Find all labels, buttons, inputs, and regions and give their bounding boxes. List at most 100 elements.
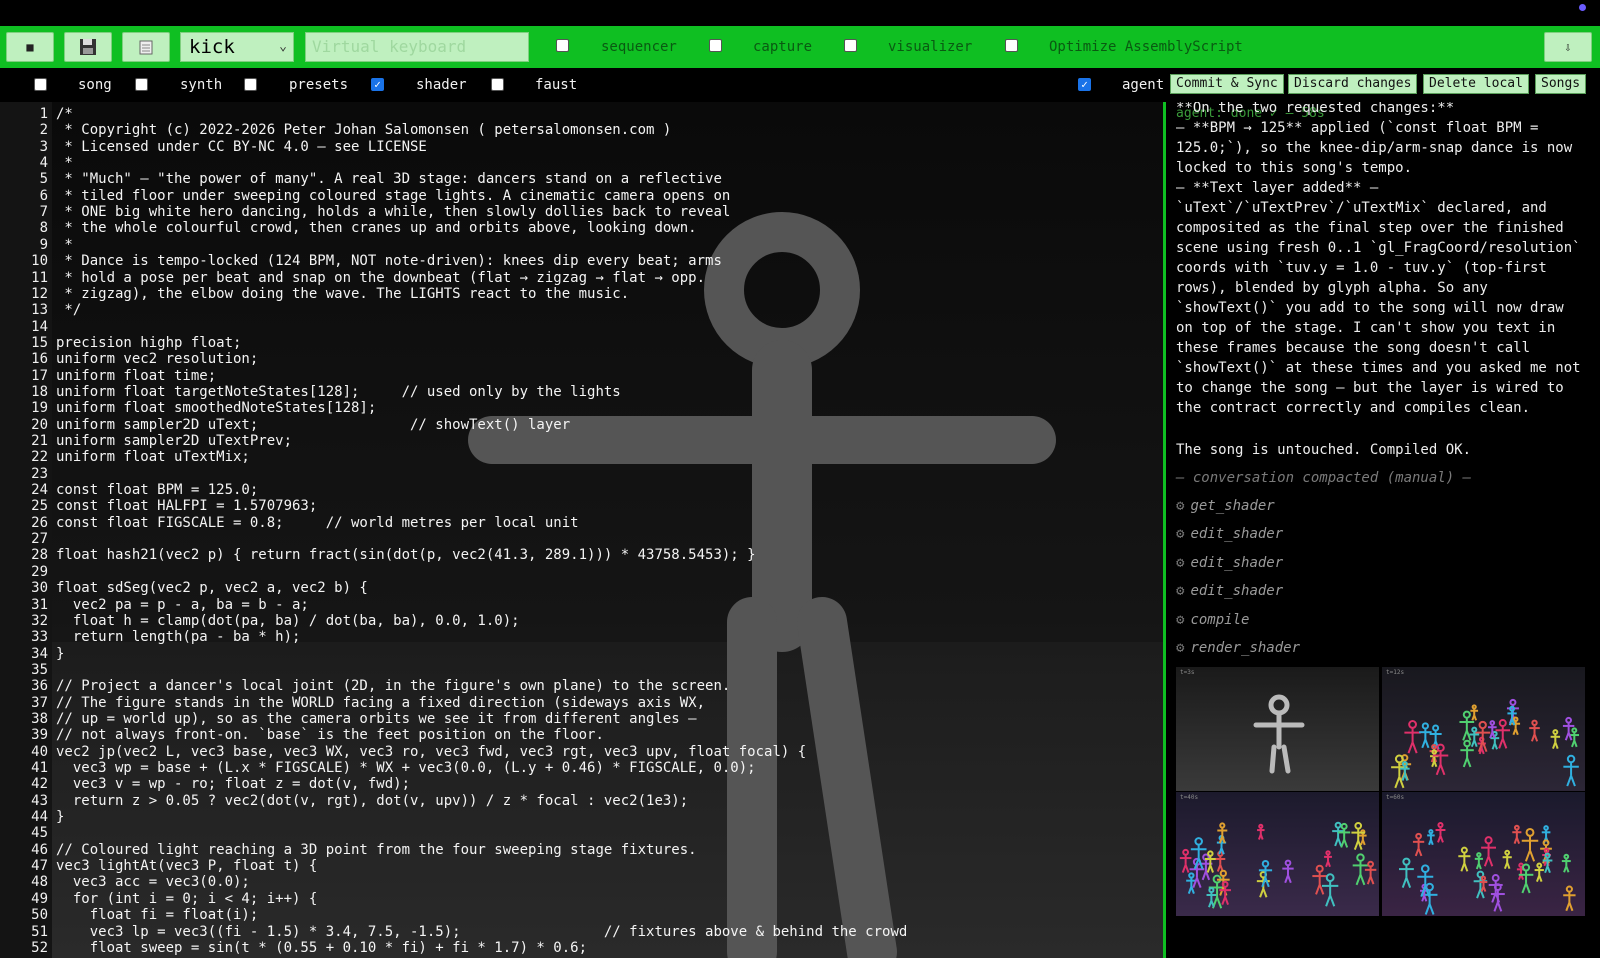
code-line[interactable]: for (int i = 0; i < 4; i++) { bbox=[56, 891, 317, 907]
code-line[interactable]: * zigzag), the elbow doing the wave. The… bbox=[56, 286, 629, 302]
clipboard-button[interactable] bbox=[122, 32, 170, 62]
tool-call-item[interactable]: ⚙ compile bbox=[1176, 612, 1249, 628]
render-frame-4[interactable]: t=60s bbox=[1382, 792, 1585, 916]
code-line[interactable]: float h = clamp(dot(pa, ba) / dot(ba, ba… bbox=[56, 613, 520, 629]
frame-label: t=40s bbox=[1180, 794, 1199, 801]
shader-checkbox[interactable]: ✓ bbox=[371, 78, 384, 91]
capture-label: capture bbox=[753, 39, 813, 55]
code-line[interactable]: vec2 jp(vec2 L, vec3 base, vec3 WX, vec3… bbox=[56, 744, 806, 760]
tool-call-item[interactable]: ⚙ get_shader bbox=[1176, 498, 1275, 514]
code-line[interactable]: // Project a dancer's local joint (2D, i… bbox=[56, 678, 730, 694]
hero-dancer-thumbnail bbox=[1253, 694, 1305, 774]
status-dot bbox=[1579, 4, 1586, 11]
code-line[interactable]: uniform sampler2D uText; // showText() l… bbox=[56, 417, 570, 433]
code-line[interactable]: vec3 v = wp - ro; float z = dot(v, fwd); bbox=[56, 776, 410, 792]
code-line[interactable]: * Copyright (c) 2022-2026 Peter Johan Sa… bbox=[56, 122, 671, 138]
save-button[interactable] bbox=[64, 32, 112, 62]
tool-call-item[interactable]: ⚙ edit_shader bbox=[1176, 555, 1283, 571]
code-line[interactable]: const float HALFPI = 1.5707963; bbox=[56, 498, 317, 514]
code-line[interactable]: // Coloured light reaching a 3D point fr… bbox=[56, 842, 697, 858]
virtual-keyboard-input[interactable]: Virtual keyboard bbox=[305, 32, 529, 62]
code-line[interactable]: uniform float uTextMix; bbox=[56, 449, 250, 465]
songs-button[interactable]: Songs bbox=[1535, 74, 1587, 94]
line-number: 47 bbox=[31, 858, 48, 875]
code-line[interactable]: vec3 acc = vec3(0.0); bbox=[56, 874, 250, 890]
code-line[interactable]: /* bbox=[56, 106, 73, 122]
commit-sync-button[interactable]: Commit & Sync bbox=[1170, 74, 1284, 94]
code-line[interactable]: * bbox=[56, 237, 72, 253]
presets-checkbox[interactable] bbox=[244, 78, 257, 91]
visualizer-label: visualizer bbox=[888, 39, 973, 55]
code-line[interactable]: * ONE big white hero dancing, holds a wh… bbox=[56, 204, 730, 220]
delete-local-button[interactable]: Delete local bbox=[1423, 74, 1529, 94]
stop-button[interactable]: ■ bbox=[6, 32, 54, 62]
instrument-select[interactable]: kick ⌄ bbox=[180, 32, 294, 62]
code-line[interactable]: vec2 pa = p - a, ba = b - a; bbox=[56, 597, 309, 613]
line-number: 9 bbox=[39, 236, 48, 253]
code-line[interactable]: } bbox=[56, 809, 64, 825]
code-line[interactable]: // not always front-on. `base` is the fe… bbox=[56, 727, 604, 743]
code-line[interactable]: * Licensed under CC BY-NC 4.0 — see LICE… bbox=[56, 139, 426, 155]
faust-checkbox[interactable] bbox=[491, 78, 504, 91]
code-line[interactable]: float sweep = sin(t * (0.55 + 0.10 * fi)… bbox=[56, 940, 587, 956]
agent-message-line: these frames because the song doesn't ca… bbox=[1176, 340, 1531, 356]
capture-checkbox[interactable]: ✓ bbox=[709, 39, 722, 52]
tool-call-item[interactable]: ⚙ edit_shader bbox=[1176, 583, 1283, 599]
line-number: 20 bbox=[31, 416, 48, 433]
song-checkbox[interactable] bbox=[34, 78, 47, 91]
tool-call-item[interactable]: ⚙ render_shader bbox=[1176, 640, 1300, 656]
tool-call-item[interactable]: ⚙ edit_shader bbox=[1176, 526, 1283, 542]
dancer-figure bbox=[1495, 719, 1510, 749]
render-frame-1[interactable]: t=3s bbox=[1176, 667, 1379, 791]
agent-message-line: composited as the final step over the fi… bbox=[1176, 220, 1564, 236]
code-line[interactable]: uniform float smoothedNoteStates[128]; bbox=[56, 400, 376, 416]
visualizer-checkbox[interactable] bbox=[844, 39, 857, 52]
render-frame-2[interactable]: t=12s bbox=[1382, 667, 1585, 791]
code-line[interactable]: * tiled floor under sweeping coloured st… bbox=[56, 188, 730, 204]
code-line[interactable]: uniform float targetNoteStates[128]; // … bbox=[56, 384, 621, 400]
code-line[interactable]: * the whole colourful crowd, then cranes… bbox=[56, 220, 696, 236]
synth-checkbox[interactable] bbox=[135, 78, 148, 91]
code-line[interactable]: float hash21(vec2 p) { return fract(sin(… bbox=[56, 547, 756, 563]
agent-message-line: rows), blended by glyph alpha. So any bbox=[1176, 280, 1488, 296]
optimize-checkbox[interactable]: ✓ bbox=[1005, 39, 1018, 52]
line-number: 18 bbox=[31, 383, 48, 400]
code-line[interactable]: return length(pa - ba * h); bbox=[56, 629, 301, 645]
sequencer-label: sequencer bbox=[601, 39, 677, 55]
agent-message-line: locked to this song's tempo. bbox=[1176, 160, 1413, 176]
code-line[interactable]: * Dance is tempo-locked (124 BPM, NOT no… bbox=[56, 253, 721, 269]
line-number: 31 bbox=[31, 596, 48, 613]
dancer-figure bbox=[1398, 857, 1414, 888]
line-number: 42 bbox=[31, 776, 48, 793]
shader-editor[interactable]: 1 /* 2 * Copyright (c) 2022-2026 Peter Joh… bbox=[0, 102, 1163, 958]
gear-icon: ⚙ bbox=[1176, 640, 1185, 656]
code-line[interactable]: // The figure stands in the WORLD facing… bbox=[56, 695, 705, 711]
code-line[interactable]: */ bbox=[56, 302, 81, 318]
code-line[interactable]: vec3 lightAt(vec3 P, float t) { bbox=[56, 858, 317, 874]
code-line[interactable]: uniform float time; bbox=[56, 368, 216, 384]
code-line[interactable]: precision highp float; bbox=[56, 335, 241, 351]
code-line[interactable]: return z > 0.05 ? vec2(dot(v, rgt), dot(… bbox=[56, 793, 688, 809]
code-line[interactable]: vec3 lp = vec3((fi - 1.5) * 3.4, 7.5, -1… bbox=[56, 924, 908, 940]
render-frame-3[interactable]: t=40s bbox=[1176, 792, 1379, 916]
sequencer-checkbox[interactable]: ✓ bbox=[556, 39, 569, 52]
code-line[interactable]: * hold a pose per beat and snap on the d… bbox=[56, 270, 705, 286]
agent-message-line: `uText`/`uTextPrev`/`uTextMix` declared,… bbox=[1176, 200, 1547, 216]
code-line[interactable]: uniform vec2 resolution; bbox=[56, 351, 258, 367]
code-line[interactable]: * bbox=[56, 155, 72, 171]
code-line[interactable]: uniform sampler2D uTextPrev; bbox=[56, 433, 292, 449]
download-button[interactable]: ⇩ bbox=[1544, 32, 1592, 62]
code-line[interactable]: const float BPM = 125.0; bbox=[56, 482, 258, 498]
code-line[interactable]: float sdSeg(vec2 p, vec2 a, vec2 b) { bbox=[56, 580, 368, 596]
chevron-down-icon: ⌄ bbox=[279, 39, 287, 54]
line-number: 37 bbox=[31, 694, 48, 711]
line-number: 2 bbox=[39, 122, 48, 139]
code-line[interactable]: const float FIGSCALE = 0.8; // world met… bbox=[56, 515, 579, 531]
code-line[interactable]: vec3 wp = base + (L.x * FIGSCALE) * WX +… bbox=[56, 760, 756, 776]
code-line[interactable]: // up = world up), so as the camera orbi… bbox=[56, 711, 697, 727]
code-line[interactable]: float fi = float(i); bbox=[56, 907, 259, 923]
code-line[interactable]: * "Much" — "the power of many". A real 3… bbox=[56, 171, 721, 187]
discard-changes-button[interactable]: Discard changes bbox=[1288, 74, 1418, 94]
code-line[interactable]: } bbox=[56, 646, 64, 662]
agent-checkbox[interactable]: ✓ bbox=[1078, 78, 1091, 91]
